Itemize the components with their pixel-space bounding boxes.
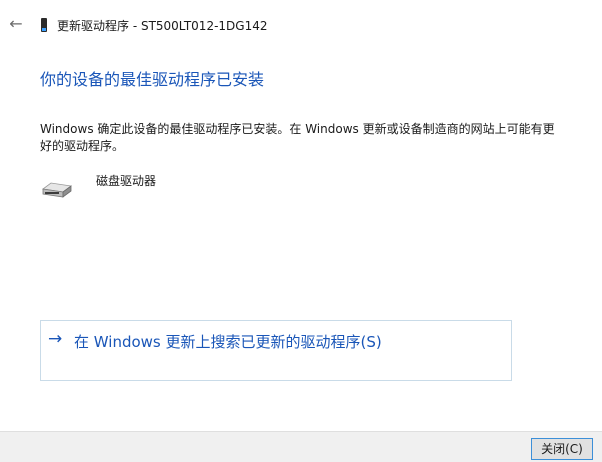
arrow-right-icon: → [48,329,63,349]
page-heading: 你的设备的最佳驱动程序已安装 [40,70,265,89]
search-windows-update-option[interactable]: → 在 Windows 更新上搜索已更新的驱动程序(S) [40,320,512,381]
device-label: 磁盘驱动器 [96,174,157,188]
close-button[interactable]: 关闭(C) [531,438,593,460]
phone-device-icon [41,18,47,32]
window-title: 更新驱动程序 - ST500LT012-1DG142 [57,19,268,33]
disk-drive-icon [41,182,73,198]
back-button[interactable]: ← [6,14,26,34]
update-driver-window: ← 更新驱动程序 - ST500LT012-1DG142 你的设备的最佳驱动程序… [0,0,602,462]
description-text: Windows 确定此设备的最佳驱动程序已安装。在 Windows 更新或设备制… [40,122,555,153]
arrow-left-icon: ← [9,14,23,33]
title-bar: ← 更新驱动程序 - ST500LT012-1DG142 [0,0,602,50]
search-option-label: 在 Windows 更新上搜索已更新的驱动程序(S) [74,333,382,351]
footer-bar [0,431,602,462]
